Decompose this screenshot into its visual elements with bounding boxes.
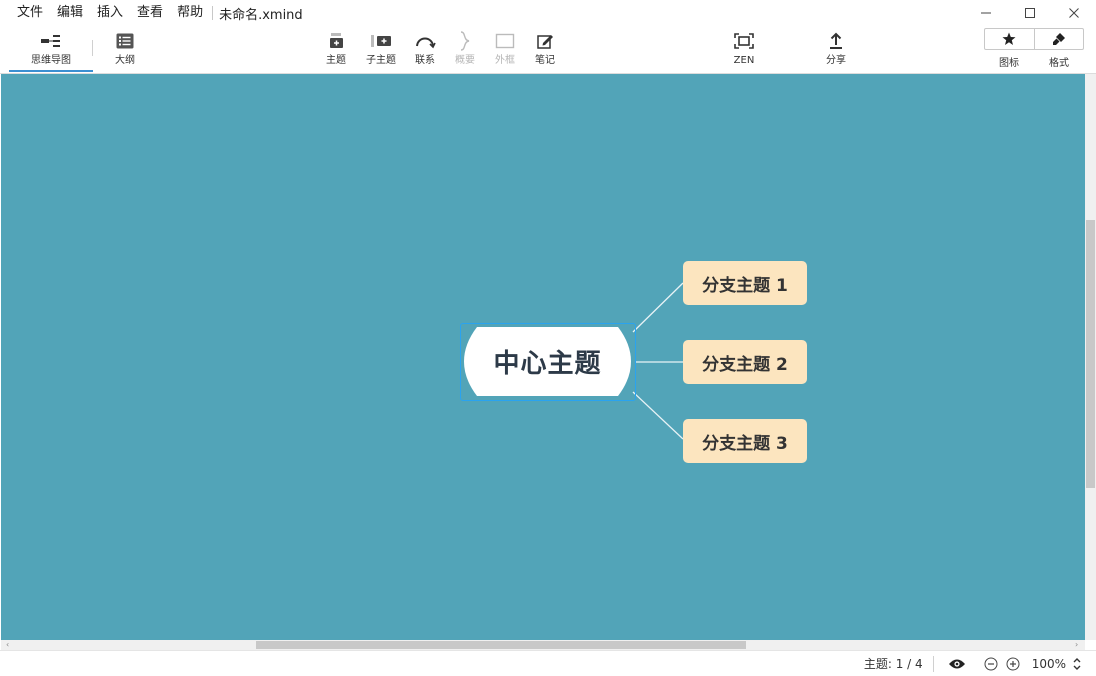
share-button[interactable]: 分享 <box>818 28 854 72</box>
tab-outline-view[interactable]: 大纲 <box>103 26 147 72</box>
relationship-label: 联系 <box>415 55 435 66</box>
brush-icon <box>1052 33 1065 45</box>
tab-mindmap-view[interactable]: 思维导图 <box>9 26 93 72</box>
mindmap-canvas[interactable]: 中心主题 分支主题 1 分支主题 2 分支主题 3 <box>1 74 1085 640</box>
zoom-in-button[interactable] <box>1006 657 1020 671</box>
relationship-icon <box>416 37 436 49</box>
zoom-out-icon <box>984 657 998 670</box>
minimize-button[interactable] <box>964 0 1008 26</box>
connector-line-3 <box>632 391 684 440</box>
mindmap-view-tool: 思维导图 <box>9 28 93 72</box>
subtopic-button[interactable]: 子主题 <box>362 28 400 72</box>
menu-insert[interactable]: 插入 <box>90 0 130 26</box>
relationship-button[interactable]: 联系 <box>408 28 442 72</box>
summary-button[interactable]: 概要 <box>449 28 481 72</box>
horizontal-scroll-thumb[interactable] <box>256 641 746 649</box>
branch-topic-1[interactable]: 分支主题 1 <box>683 261 807 305</box>
boundary-label: 外框 <box>495 55 515 66</box>
subtopic-label: 子主题 <box>366 55 396 66</box>
vertical-scroll-thumb[interactable] <box>1086 220 1095 488</box>
central-topic[interactable]: 中心主题 <box>460 323 636 401</box>
view-divider <box>92 40 93 56</box>
zoom-out-button[interactable] <box>984 657 998 671</box>
branch-topic-3[interactable]: 分支主题 3 <box>683 419 807 463</box>
panel-labels: 图标 格式 <box>984 54 1084 69</box>
topic-icon <box>330 33 343 48</box>
scroll-left-icon[interactable]: ‹ <box>6 640 9 650</box>
window-controls <box>964 0 1096 26</box>
tab-outline-label: 大纲 <box>115 55 135 66</box>
menu-file[interactable]: 文件 <box>10 0 50 26</box>
document-title: 未命名.xmind <box>219 7 303 23</box>
scroll-right-icon[interactable]: › <box>1075 640 1078 650</box>
chevron-updown-icon <box>1073 657 1081 670</box>
topic-label: 主题 <box>326 55 346 66</box>
boundary-icon <box>495 33 515 49</box>
zen-button[interactable]: ZEN <box>726 28 762 72</box>
menu-view[interactable]: 查看 <box>130 0 170 26</box>
format-panel-label: 格式 <box>1049 58 1069 69</box>
preview-button[interactable] <box>948 658 966 670</box>
outline-view-icon <box>116 33 134 49</box>
vertical-scrollbar[interactable] <box>1085 74 1096 640</box>
toolbar: 思维导图 大纲 主题 子主题 联系 概要 外框 笔记 ZEN 分享 图标 格式 <box>0 26 1096 74</box>
panel-toggle-group <box>984 28 1084 50</box>
topic-count: 主题: 1 / 4 <box>863 657 923 671</box>
status-bar: 主题: 1 / 4 100% <box>0 650 1096 676</box>
central-topic-label: 中心主题 <box>493 349 602 379</box>
zen-fullscreen-icon <box>734 33 754 49</box>
format-panel-button[interactable] <box>1033 29 1084 49</box>
connector-line-1 <box>632 282 684 333</box>
subtopic-icon <box>371 35 391 47</box>
menu-edit[interactable]: 编辑 <box>50 0 90 26</box>
boundary-button[interactable]: 外框 <box>489 28 521 72</box>
outline-view-tool: 大纲 <box>103 28 147 72</box>
zoom-in-icon <box>1006 657 1020 670</box>
summary-icon <box>460 31 470 51</box>
maximize-icon <box>1025 8 1035 18</box>
menu-help[interactable]: 帮助 <box>170 0 210 26</box>
horizontal-scrollbar[interactable]: ‹ › <box>1 640 1085 650</box>
menu-divider <box>212 6 214 20</box>
share-label: 分享 <box>826 55 846 66</box>
note-icon <box>537 35 553 49</box>
topic-button[interactable]: 主题 <box>320 28 352 72</box>
share-upload-icon <box>830 32 842 49</box>
close-icon <box>1069 8 1079 18</box>
summary-label: 概要 <box>455 55 475 66</box>
mindmap-view-icon <box>41 35 60 47</box>
title-bar: 文件 编辑 插入 查看 帮助 未命名.xmind <box>0 0 1096 26</box>
zoom-level: 100% <box>1031 656 1066 671</box>
zoom-select-button[interactable] <box>1072 657 1082 671</box>
minimize-icon <box>981 12 991 14</box>
zen-label: ZEN <box>733 55 755 66</box>
close-button[interactable] <box>1052 0 1096 26</box>
status-divider <box>932 655 934 672</box>
note-label: 笔记 <box>535 55 555 66</box>
menu-bar: 文件 编辑 插入 查看 帮助 未命名.xmind <box>0 0 303 26</box>
maximize-button[interactable] <box>1008 0 1052 26</box>
branch-topic-2[interactable]: 分支主题 2 <box>683 340 807 384</box>
tab-mindmap-label: 思维导图 <box>31 55 71 66</box>
eye-icon <box>948 659 965 668</box>
note-button[interactable]: 笔记 <box>529 28 561 72</box>
icons-panel-label: 图标 <box>999 58 1019 69</box>
star-icon <box>1002 32 1016 45</box>
icons-panel-button[interactable] <box>985 29 1034 49</box>
